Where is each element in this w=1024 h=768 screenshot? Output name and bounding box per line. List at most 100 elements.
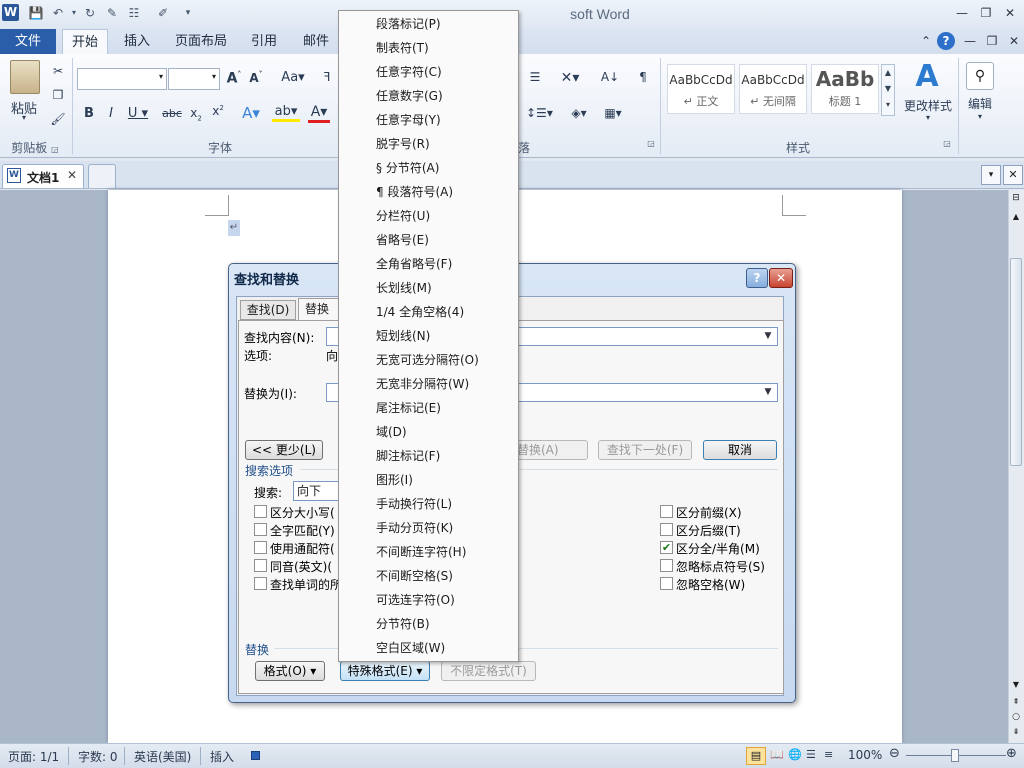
checkbox-wildcards[interactable] xyxy=(254,541,267,554)
change-case-icon[interactable]: Aa▾ xyxy=(280,70,306,85)
style-normal[interactable]: AaBbCcDd ↵ 正文 xyxy=(667,64,735,114)
decrease-indent-icon[interactable]: ☰ xyxy=(526,70,544,84)
new-tab-button[interactable] xyxy=(88,164,116,188)
style-heading-1[interactable]: AaBb 标题 1 xyxy=(811,64,879,114)
customize-qat-icon[interactable]: ▾ xyxy=(180,5,196,21)
menu-item-manual-line-break[interactable]: 手动换行符(L) xyxy=(376,492,452,516)
menu-item-section-break[interactable]: 分节符(B) xyxy=(376,612,430,636)
tab-list-dropdown-icon[interactable]: ▾ xyxy=(981,165,1001,185)
menu-item-caret[interactable]: 脱字号(R) xyxy=(376,132,430,156)
status-word-count[interactable]: 字数: 0 xyxy=(78,748,118,765)
styles-dialog-launcher-icon[interactable]: ◲ xyxy=(940,139,954,155)
menu-item-column-break[interactable]: 分栏符(U) xyxy=(376,204,430,228)
zoom-out-icon[interactable]: ⊖ xyxy=(889,746,900,761)
close-all-tabs-icon[interactable]: ✕ xyxy=(1003,165,1023,185)
tab-page-layout[interactable]: 页面布局 xyxy=(170,29,232,54)
menu-item-full-width-ellipsis[interactable]: 全角省略号(F) xyxy=(376,252,452,276)
borders-icon[interactable]: ▦▾ xyxy=(600,106,626,120)
menu-item-white-space[interactable]: 空白区域(W) xyxy=(376,636,445,660)
close-icon[interactable]: ✕ xyxy=(1000,4,1020,22)
ribbon-minimize-icon[interactable]: ⌃ xyxy=(916,32,936,50)
web-layout-icon[interactable]: 🌐 xyxy=(788,748,802,761)
grow-font-icon[interactable]: A˄ xyxy=(226,70,242,87)
chinese-layout-icon[interactable]: ✕▾ xyxy=(558,70,582,86)
menu-item-zero-width-optional-break[interactable]: 无宽可选分隔符(O) xyxy=(376,348,479,372)
change-styles-button-label[interactable]: 更改样式 xyxy=(898,97,958,114)
font-name-combo[interactable]: ▾ xyxy=(77,68,167,90)
checkbox-match-prefix[interactable] xyxy=(660,505,673,518)
restore-icon[interactable]: ❐ xyxy=(976,4,996,22)
checkbox-match-width[interactable]: ✔ xyxy=(660,541,673,554)
table-icon[interactable]: ☷ xyxy=(126,5,142,21)
status-page[interactable]: 页面: 1/1 xyxy=(8,748,59,765)
doc-restore-icon[interactable]: ❐ xyxy=(982,32,1002,50)
close-tab-icon[interactable]: ✕ xyxy=(67,168,77,182)
undo-icon[interactable]: ↶ xyxy=(50,5,66,21)
edit-dropdown-icon[interactable]: ▾ xyxy=(974,112,986,121)
next-page-icon[interactable]: ⇟ xyxy=(1010,727,1022,739)
menu-item-any-letter[interactable]: 任意字母(Y) xyxy=(376,108,441,132)
undo-dropdown-icon[interactable]: ▾ xyxy=(66,5,82,21)
copy-icon[interactable]: ❐ xyxy=(50,88,66,102)
outline-icon[interactable]: ☰ xyxy=(806,748,816,761)
checkbox-whole-word[interactable] xyxy=(254,523,267,536)
replace-with-dropdown-icon[interactable]: ▼ xyxy=(760,383,776,401)
dialog-close-icon[interactable]: ✕ xyxy=(769,268,793,288)
bold-icon[interactable]: B xyxy=(82,106,96,121)
less-button[interactable]: << 更少(L) xyxy=(245,440,323,460)
menu-item-section-character[interactable]: § 分节符(A) xyxy=(376,156,439,180)
menu-item-field[interactable]: 域(D) xyxy=(376,420,407,444)
document-tab[interactable]: W 文档1 ✕ xyxy=(2,164,84,188)
doc-close-icon[interactable]: ✕ xyxy=(1004,32,1024,50)
shading-icon[interactable]: ◈▾ xyxy=(566,106,592,120)
checkbox-match-suffix[interactable] xyxy=(660,523,673,536)
edit-icon[interactable]: ✎ xyxy=(104,5,120,21)
zoom-slider-thumb[interactable] xyxy=(951,749,959,762)
font-size-combo[interactable]: ▾ xyxy=(168,68,220,90)
minimize-icon[interactable]: — xyxy=(952,4,972,22)
menu-item-paragraph-character[interactable]: ¶ 段落符号(A) xyxy=(376,180,453,204)
tab-home[interactable]: 开始 xyxy=(62,29,108,54)
status-language[interactable]: 英语(美国) xyxy=(134,748,191,765)
menu-item-endnote-mark[interactable]: 尾注标记(E) xyxy=(376,396,441,420)
menu-item-tab[interactable]: 制表符(T) xyxy=(376,36,429,60)
menu-item-any-digit[interactable]: 任意数字(G) xyxy=(376,84,443,108)
redo-icon[interactable]: ↻ xyxy=(82,5,98,21)
checkbox-ignore-punctuation[interactable] xyxy=(660,559,673,572)
styles-gallery-scroll[interactable]: ▲ ▼ ▾ xyxy=(881,64,895,116)
print-layout-icon[interactable]: ▤ xyxy=(746,747,766,765)
no-formatting-button[interactable]: 不限定格式(T) xyxy=(441,661,536,681)
cut-icon[interactable]: ✂ xyxy=(50,64,66,78)
checkbox-all-word-forms[interactable] xyxy=(254,577,267,590)
find-binoculars-icon[interactable]: ⚲ xyxy=(966,62,994,90)
find-next-button[interactable]: 查找下一处(F) xyxy=(598,440,692,460)
italic-icon[interactable]: I xyxy=(104,106,118,121)
macro-record-icon[interactable] xyxy=(251,751,260,760)
line-spacing-icon[interactable]: ↕☰▾ xyxy=(526,106,553,120)
scroll-thumb[interactable] xyxy=(1010,258,1022,466)
paste-dropdown-icon[interactable]: ▾ xyxy=(18,113,30,122)
superscript-icon[interactable]: x2 xyxy=(210,104,226,118)
shrink-font-icon[interactable]: A˅ xyxy=(248,70,264,85)
show-marks-icon[interactable]: ¶ xyxy=(636,70,650,84)
doc-minimize-icon[interactable]: — xyxy=(960,32,980,50)
format-painter-icon[interactable]: 🖌 xyxy=(50,112,66,126)
full-screen-reading-icon[interactable]: 📖 xyxy=(770,748,784,761)
sort-icon[interactable]: A↓ xyxy=(600,70,620,84)
menu-item-en-dash[interactable]: 短划线(N) xyxy=(376,324,430,348)
previous-page-icon[interactable]: ⇞ xyxy=(1010,697,1022,709)
change-styles-icon[interactable]: A xyxy=(910,60,944,94)
menu-item-paragraph-mark[interactable]: 段落标记(P) xyxy=(376,12,441,36)
menu-item-footnote-mark[interactable]: 脚注标记(F) xyxy=(376,444,440,468)
tab-mailings[interactable]: 邮件 xyxy=(296,29,336,54)
highlight-icon[interactable]: ab▾ xyxy=(272,104,300,122)
tab-insert[interactable]: 插入 xyxy=(114,29,160,54)
scroll-up-icon[interactable]: ▲ xyxy=(1010,212,1022,224)
menu-item-quarter-em-space[interactable]: 1/4 全角空格(4) xyxy=(376,300,464,324)
dialog-help-icon[interactable]: ? xyxy=(746,268,768,288)
strikethrough-icon[interactable]: abc xyxy=(160,107,184,120)
menu-item-non-breaking-hyphen[interactable]: 不间断连字符(H) xyxy=(376,540,466,564)
edit-button-label[interactable]: 编辑 xyxy=(962,95,998,112)
menu-item-zero-width-non-break[interactable]: 无宽非分隔符(W) xyxy=(376,372,469,396)
paragraph-dialog-launcher-icon[interactable]: ◲ xyxy=(644,139,658,155)
